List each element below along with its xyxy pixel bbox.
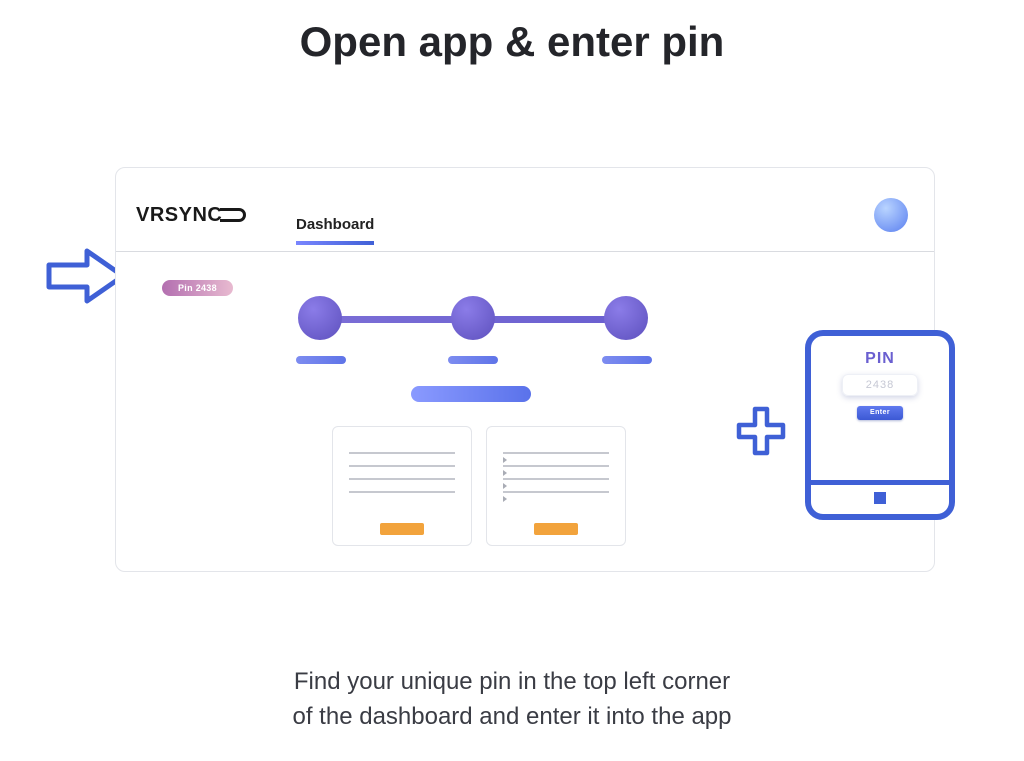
card-button[interactable] [534, 523, 578, 535]
list-item [349, 452, 455, 454]
content-card-2 [486, 426, 626, 546]
list-item [349, 465, 455, 467]
phone-mockup: PIN 2438 Enter [805, 330, 955, 520]
pin-input[interactable]: 2438 [842, 374, 918, 396]
list-item [503, 452, 609, 454]
step-label-3 [602, 356, 652, 364]
phone-screen: PIN 2438 Enter [829, 350, 931, 420]
caption-line-1: Find your unique pin in the top left cor… [294, 668, 730, 695]
tab-dashboard[interactable]: Dashboard [296, 216, 374, 245]
dashboard-header: VRSYNC Dashboard [116, 168, 934, 252]
illustration-stage: VRSYNC Dashboard Pin 2438 [45, 155, 979, 595]
list-item [503, 465, 609, 467]
list-item [349, 478, 455, 480]
step-node-2 [451, 296, 495, 340]
step-node-3 [604, 296, 648, 340]
content-card-1 [332, 426, 472, 546]
list-item [503, 491, 609, 493]
vrsync-logo: VRSYNC [136, 204, 246, 227]
logo-swoosh-icon [220, 208, 246, 222]
phone-chin [811, 480, 949, 514]
home-button-icon [874, 492, 886, 504]
logo-vr: VR [136, 204, 165, 226]
list-item [349, 491, 455, 493]
caption: Find your unique pin in the top left cor… [0, 665, 1024, 735]
pin-badge: Pin 2438 [162, 280, 233, 296]
step-node-1 [298, 296, 342, 340]
primary-action-bar [411, 386, 531, 402]
plus-icon [735, 405, 787, 457]
avatar[interactable] [874, 198, 908, 232]
card-button[interactable] [380, 523, 424, 535]
list-item [503, 478, 609, 480]
enter-button[interactable]: Enter [857, 406, 903, 420]
step-label-2 [448, 356, 498, 364]
caption-line-2: of the dashboard and enter it into the a… [293, 703, 732, 730]
step-label-1 [296, 356, 346, 364]
logo-sync: SYNC [165, 204, 223, 226]
page-title: Open app & enter pin [0, 0, 1024, 66]
pin-label: PIN [829, 350, 931, 368]
